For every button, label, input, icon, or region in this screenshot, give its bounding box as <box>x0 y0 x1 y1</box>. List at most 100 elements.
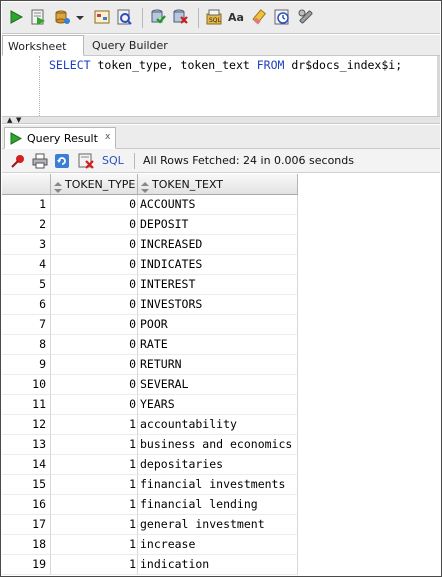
run-statement-icon[interactable] <box>8 9 24 25</box>
cell-token-text[interactable]: YEARS <box>138 395 298 415</box>
cell-token-text[interactable]: INTEREST <box>138 275 298 295</box>
tab-worksheet[interactable]: Worksheet <box>2 35 84 56</box>
row-number[interactable]: 6 <box>2 295 51 315</box>
row-number[interactable]: 1 <box>2 195 51 215</box>
table-row[interactable]: 12 1 accountability <box>2 415 298 435</box>
sql-link[interactable]: SQL <box>102 154 124 167</box>
table-row[interactable]: 7 0 POOR <box>2 315 298 335</box>
row-number[interactable]: 15 <box>2 475 51 495</box>
cell-token-text[interactable]: SEVERAL <box>138 375 298 395</box>
cell-token-text[interactable]: business and economics <box>138 435 298 455</box>
table-row[interactable]: 6 0 INVESTORS <box>2 295 298 315</box>
row-number[interactable]: 10 <box>2 375 51 395</box>
table-row[interactable]: 3 0 INCREASED <box>2 235 298 255</box>
row-number[interactable]: 11 <box>2 395 51 415</box>
cell-token-type[interactable]: 0 <box>51 215 138 235</box>
cell-token-type[interactable]: 1 <box>51 415 138 435</box>
result-grid[interactable]: TOKEN_TYPE TOKEN_TEXT 1 0 ACCOUNTS 2 0 DEPOSI… <box>2 174 440 576</box>
cell-token-text[interactable]: INCREASED <box>138 235 298 255</box>
commit-icon[interactable] <box>150 9 166 25</box>
dropdown-arrow-icon[interactable] <box>75 9 85 25</box>
print-icon[interactable] <box>32 153 48 169</box>
cell-token-text[interactable]: accountability <box>138 415 298 435</box>
rollback-icon[interactable] <box>172 9 188 25</box>
cell-token-type[interactable]: 1 <box>51 515 138 535</box>
table-row[interactable]: 1 0 ACCOUNTS <box>2 195 298 215</box>
collapse-up-icon[interactable]: ▲ <box>7 117 12 124</box>
row-number[interactable]: 12 <box>2 415 51 435</box>
row-number[interactable]: 7 <box>2 315 51 335</box>
row-number[interactable]: 4 <box>2 255 51 275</box>
cell-token-type[interactable]: 1 <box>51 475 138 495</box>
row-number[interactable]: 17 <box>2 515 51 535</box>
table-row[interactable]: 19 1 indication <box>2 555 298 575</box>
delete-icon[interactable] <box>78 153 94 169</box>
table-row[interactable]: 18 1 increase <box>2 535 298 555</box>
cell-token-text[interactable]: indication <box>138 555 298 575</box>
cell-token-text[interactable]: financial investments <box>138 475 298 495</box>
table-row[interactable]: 14 1 depositaries <box>2 455 298 475</box>
cell-token-type[interactable]: 0 <box>51 255 138 275</box>
tools-icon[interactable] <box>298 9 314 25</box>
table-row[interactable]: 13 1 business and economics <box>2 435 298 455</box>
table-row[interactable]: 9 0 RETURN <box>2 355 298 375</box>
cell-token-type[interactable]: 1 <box>51 455 138 475</box>
row-number[interactable]: 3 <box>2 235 51 255</box>
table-row[interactable]: 8 0 RATE <box>2 335 298 355</box>
row-number[interactable]: 14 <box>2 455 51 475</box>
tab-query-result[interactable]: Query Result x <box>4 127 116 149</box>
cell-token-type[interactable]: 1 <box>51 435 138 455</box>
cell-token-type[interactable]: 0 <box>51 275 138 295</box>
history-icon[interactable] <box>274 9 290 25</box>
row-number-header[interactable] <box>2 174 51 195</box>
table-row[interactable]: 4 0 INDICATES <box>2 255 298 275</box>
cell-token-text[interactable]: POOR <box>138 315 298 335</box>
uppercase-icon[interactable]: Aa <box>228 9 246 25</box>
row-number[interactable]: 2 <box>2 215 51 235</box>
row-number[interactable]: 18 <box>2 535 51 555</box>
sql-tuning-icon[interactable]: SQL <box>206 9 222 25</box>
table-row[interactable]: 17 1 general investment <box>2 515 298 535</box>
table-row[interactable]: 15 1 financial investments <box>2 475 298 495</box>
cell-token-type[interactable]: 0 <box>51 375 138 395</box>
table-row[interactable]: 5 0 INTEREST <box>2 275 298 295</box>
row-number[interactable]: 9 <box>2 355 51 375</box>
cell-token-type[interactable]: 0 <box>51 355 138 375</box>
cell-token-type[interactable]: 0 <box>51 295 138 315</box>
table-row[interactable]: 10 0 SEVERAL <box>2 375 298 395</box>
cell-token-text[interactable]: depositaries <box>138 455 298 475</box>
run-script-icon[interactable] <box>30 9 46 25</box>
connection-icon[interactable] <box>54 9 70 25</box>
refresh-icon[interactable] <box>54 153 70 169</box>
cell-token-type[interactable]: 0 <box>51 395 138 415</box>
table-row[interactable]: 2 0 DEPOSIT <box>2 215 298 235</box>
row-number[interactable]: 5 <box>2 275 51 295</box>
row-number[interactable]: 16 <box>2 495 51 515</box>
column-header-token-text[interactable]: TOKEN_TEXT <box>138 174 298 195</box>
panel-splitter[interactable]: ▲ ▼ <box>2 116 440 124</box>
cell-token-type[interactable]: 0 <box>51 335 138 355</box>
table-row[interactable]: 11 0 YEARS <box>2 395 298 415</box>
cell-token-text[interactable]: RETURN <box>138 355 298 375</box>
cell-token-text[interactable]: ACCOUNTS <box>138 195 298 215</box>
cell-token-type[interactable]: 0 <box>51 195 138 215</box>
close-tab-icon[interactable]: x <box>105 132 110 142</box>
cell-token-text[interactable]: INDICATES <box>138 255 298 275</box>
cell-token-text[interactable]: increase <box>138 535 298 555</box>
editor-scrollbar[interactable] <box>437 56 440 116</box>
pin-icon[interactable] <box>10 153 26 169</box>
clear-icon[interactable] <box>252 9 268 25</box>
table-row[interactable]: 16 1 financial lending <box>2 495 298 515</box>
collapse-down-icon[interactable]: ▼ <box>16 117 21 124</box>
cell-token-type[interactable]: 1 <box>51 555 138 575</box>
row-number[interactable]: 13 <box>2 435 51 455</box>
row-number[interactable]: 8 <box>2 335 51 355</box>
cell-token-type[interactable]: 0 <box>51 315 138 335</box>
cell-token-text[interactable]: INVESTORS <box>138 295 298 315</box>
cell-token-text[interactable]: DEPOSIT <box>138 215 298 235</box>
cell-token-text[interactable]: financial lending <box>138 495 298 515</box>
autotrace-icon[interactable] <box>116 9 132 25</box>
cell-token-type[interactable]: 1 <box>51 535 138 555</box>
column-header-token-type[interactable]: TOKEN_TYPE <box>51 174 138 195</box>
explain-plan-icon[interactable] <box>94 9 110 25</box>
